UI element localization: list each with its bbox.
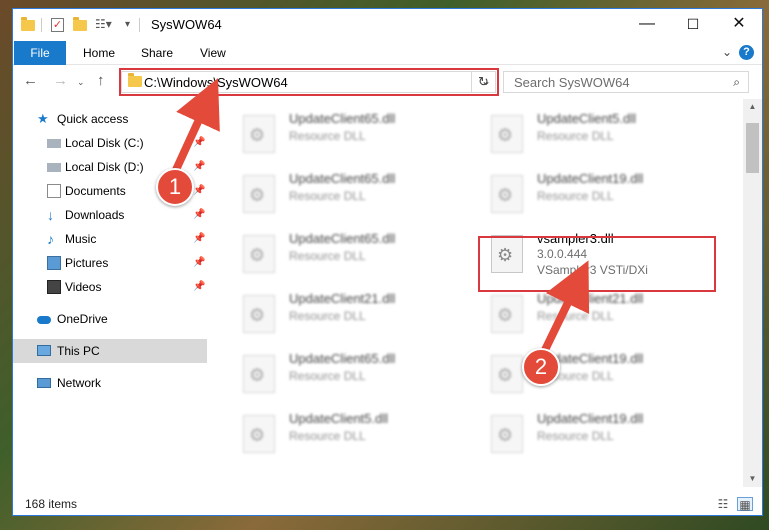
- address-highlight-box: [119, 68, 499, 96]
- dll-file-icon: ⚙: [491, 175, 523, 213]
- address-row: ← → ⌄ ↑ C:\Windows\SysWOW64 ⌄ ↻ Search S…: [13, 66, 762, 98]
- status-bar: 168 items ☷ ▦: [13, 493, 762, 515]
- quick-access-dropdown-icon[interactable]: ▾: [125, 19, 130, 35]
- sidebar-item-quick-access[interactable]: ★ Quick access: [13, 107, 207, 131]
- sidebar-item-network[interactable]: Network: [13, 371, 207, 395]
- new-folder-icon[interactable]: [73, 17, 87, 33]
- pin-icon[interactable]: 📌: [193, 251, 205, 275]
- search-placeholder: Search SysWOW64: [514, 75, 630, 90]
- videos-icon: [47, 280, 61, 294]
- drive-icon: [47, 139, 61, 148]
- scroll-thumb[interactable]: [746, 123, 759, 173]
- divider: [41, 18, 42, 32]
- documents-icon: [47, 184, 61, 198]
- file-item[interactable]: ⚙ UpdateClient65.dll Resource DLL: [227, 107, 457, 163]
- file-item[interactable]: ⚙ UpdateClient65.dll Resource DLL: [227, 227, 457, 283]
- properties-icon[interactable]: ✓: [51, 17, 64, 33]
- file-item[interactable]: ⚙ UpdateClient65.dll Resource DLL: [227, 167, 457, 223]
- pin-icon[interactable]: 📌: [193, 179, 205, 203]
- tiles-view-icon[interactable]: ▦: [737, 497, 753, 512]
- file-list: ⚙ UpdateClient65.dll Resource DLL ⚙ Upda…: [207, 99, 743, 487]
- dll-file-icon: ⚙: [243, 355, 275, 393]
- item-count: 168 items: [25, 497, 78, 511]
- file-item[interactable]: ⚙ UpdateClient21.dll Resource DLL: [475, 287, 705, 343]
- pin-icon[interactable]: 📌: [193, 203, 205, 227]
- help-icon[interactable]: ?: [739, 45, 754, 60]
- dll-file-icon: ⚙: [491, 115, 523, 153]
- drive-icon: [47, 163, 61, 172]
- pin-icon[interactable]: 📌: [193, 227, 205, 251]
- dll-file-icon: ⚙: [243, 115, 275, 153]
- search-input[interactable]: Search SysWOW64 ⌕: [503, 71, 749, 93]
- pin-icon[interactable]: 📌: [193, 275, 205, 299]
- onedrive-icon: [37, 316, 51, 324]
- sidebar-item-this-pc[interactable]: This PC: [13, 339, 207, 363]
- file-item[interactable]: ⚙ UpdateClient5.dll Resource DLL: [475, 107, 705, 163]
- file-item[interactable]: ⚙ UpdateClient5.dll Resource DLL: [227, 407, 457, 463]
- music-icon: ♪: [47, 231, 54, 247]
- sidebar-item-pictures[interactable]: Pictures 📌: [13, 251, 207, 275]
- dll-file-icon: ⚙: [243, 415, 275, 453]
- downloads-icon: ↓: [47, 207, 54, 223]
- sidebar-item-onedrive[interactable]: OneDrive: [13, 307, 207, 331]
- tab-share[interactable]: Share: [141, 41, 173, 65]
- search-icon[interactable]: ⌕: [733, 75, 740, 90]
- maximize-button[interactable]: ☐: [670, 9, 716, 39]
- navigation-pane: ★ Quick access Local Disk (C:) 📌 Local D…: [13, 99, 207, 487]
- pin-icon[interactable]: 📌: [193, 131, 205, 155]
- sidebar-item-downloads[interactable]: ↓ Downloads 📌: [13, 203, 207, 227]
- tab-home[interactable]: Home: [83, 41, 115, 65]
- folder-icon: [21, 17, 35, 33]
- dll-file-icon: ⚙: [243, 175, 275, 213]
- ribbon: File Home Share View ⌄ ?: [13, 41, 762, 65]
- dll-file-icon: ⚙: [491, 355, 523, 393]
- dll-file-icon: ⚙: [491, 295, 523, 333]
- sidebar-item-music[interactable]: ♪ Music 📌: [13, 227, 207, 251]
- step-badge-2: 2: [522, 348, 560, 386]
- sidebar-item-local-disk-c[interactable]: Local Disk (C:) 📌: [13, 131, 207, 155]
- customize-toolbar-icon[interactable]: ☷▾: [95, 17, 112, 33]
- file-item[interactable]: ⚙ UpdateClient19.dll Resource DLL: [475, 167, 705, 223]
- details-view-icon[interactable]: ☷: [715, 497, 731, 511]
- window-title: SysWOW64: [151, 17, 222, 32]
- vertical-scrollbar[interactable]: ▲ ▼: [743, 99, 762, 487]
- file-highlight-box: [478, 236, 716, 292]
- scroll-up-icon[interactable]: ▲: [743, 99, 762, 115]
- title-bar: ✓ ☷▾ ▾ SysWOW64 — ☐ ✕: [13, 9, 762, 41]
- pictures-icon: [47, 256, 61, 270]
- scroll-down-icon[interactable]: ▼: [743, 471, 762, 487]
- close-button[interactable]: ✕: [716, 9, 762, 39]
- file-item[interactable]: ⚙ UpdateClient19.dll Resource DLL: [475, 347, 705, 403]
- recent-locations-icon[interactable]: ⌄: [77, 77, 85, 88]
- chevron-down-icon[interactable]: ⌄: [722, 45, 732, 59]
- pc-icon: [37, 345, 51, 356]
- sidebar-item-videos[interactable]: Videos 📌: [13, 275, 207, 299]
- back-arrow-icon[interactable]: ←: [23, 72, 38, 89]
- step-badge-1: 1: [156, 168, 194, 206]
- divider: [139, 18, 140, 32]
- file-item[interactable]: ⚙ UpdateClient19.dll Resource DLL: [475, 407, 705, 463]
- up-arrow-icon[interactable]: ↑: [97, 72, 105, 89]
- file-item[interactable]: ⚙ UpdateClient65.dll Resource DLL: [227, 347, 457, 403]
- dll-file-icon: ⚙: [243, 235, 275, 273]
- file-item[interactable]: ⚙ UpdateClient21.dll Resource DLL: [227, 287, 457, 343]
- forward-arrow-icon[interactable]: →: [53, 72, 68, 89]
- dll-file-icon: ⚙: [491, 415, 523, 453]
- star-icon: ★: [37, 111, 49, 126]
- explorer-window: ✓ ☷▾ ▾ SysWOW64 — ☐ ✕ File Home Share Vi…: [12, 8, 763, 516]
- pin-icon[interactable]: 📌: [193, 155, 205, 179]
- network-icon: [37, 378, 51, 388]
- tab-file[interactable]: File: [14, 41, 66, 65]
- tab-view[interactable]: View: [200, 41, 226, 65]
- dll-file-icon: ⚙: [243, 295, 275, 333]
- minimize-button[interactable]: —: [624, 9, 670, 39]
